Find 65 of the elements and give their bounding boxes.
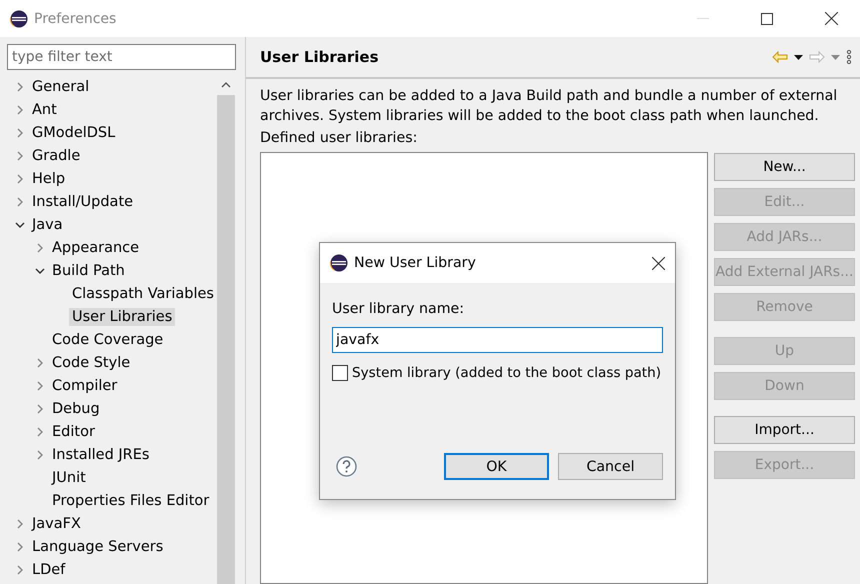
eclipse-logo-icon [330, 254, 348, 272]
menu-icon[interactable] [846, 50, 852, 64]
tree-item[interactable]: Editor [49, 422, 98, 440]
description-text: User libraries can be added to a Java Build path and bundle a number of external archives. System libraries will be added to the boot class path when launched. [260, 87, 838, 126]
chevron-right-icon[interactable] [35, 358, 45, 368]
tree-item[interactable]: LDef [29, 560, 68, 578]
tree-item[interactable]: Ant [29, 100, 60, 118]
dropdown-icon[interactable] [794, 54, 803, 60]
chevron-right-icon[interactable] [35, 426, 45, 436]
maximize-icon[interactable] [761, 12, 773, 24]
tree-item[interactable]: Compiler [49, 376, 120, 394]
tree-item[interactable]: GModelDSL [29, 124, 118, 142]
chevron-right-icon[interactable] [15, 150, 25, 160]
scroll-up-icon[interactable] [220, 82, 231, 88]
chevron-right-icon[interactable] [15, 128, 25, 138]
chevron-right-icon[interactable] [35, 450, 45, 460]
chevron-down-icon[interactable] [15, 220, 25, 230]
chevron-right-icon[interactable] [15, 104, 25, 114]
tree-item[interactable]: Properties Files Editor [49, 492, 212, 510]
scrollbar[interactable] [216, 75, 235, 584]
tree-item[interactable]: JavaFX [29, 514, 84, 532]
tree-item[interactable]: Help [29, 170, 68, 188]
list-label: Defined user libraries: [260, 130, 418, 146]
filter-field[interactable]: type filter text [7, 44, 236, 70]
chevron-right-icon[interactable] [35, 380, 45, 390]
checkbox-label: System library (added to the boot class path) [352, 365, 662, 381]
back-arrow-icon[interactable] [772, 51, 788, 63]
help-icon[interactable] [336, 456, 357, 477]
chevron-right-icon[interactable] [35, 404, 45, 414]
library-name-field[interactable]: javafx [332, 327, 663, 353]
chevron-down-icon[interactable] [35, 266, 45, 276]
tree-item[interactable]: Build Path [49, 262, 128, 280]
tree-item[interactable]: Language Servers [29, 538, 166, 556]
dialog-title: New User Library [354, 255, 477, 271]
close-icon[interactable] [824, 12, 838, 25]
chevron-right-icon[interactable] [15, 564, 25, 574]
close-icon[interactable] [652, 256, 665, 270]
chevron-right-icon[interactable] [35, 242, 45, 252]
side-button[interactable]: New... [714, 153, 855, 181]
tree-item[interactable]: JUnit [49, 468, 89, 486]
dialog-button[interactable]: OK [444, 453, 549, 480]
tree-item[interactable]: Classpath Variables [69, 284, 217, 302]
chevron-right-icon[interactable] [15, 542, 25, 552]
tree-item[interactable]: Debug [49, 400, 103, 418]
checkbox[interactable] [332, 365, 348, 381]
dialog-button[interactable]: Cancel [558, 453, 663, 480]
tree-item[interactable]: User Libraries [69, 308, 176, 326]
tree-item[interactable]: Installed JREs [49, 446, 152, 464]
side-button[interactable]: Import... [714, 416, 855, 444]
eclipse-logo-icon [10, 10, 28, 28]
forward-arrow-icon[interactable] [809, 51, 825, 63]
chevron-right-icon[interactable] [15, 174, 25, 184]
tree-item[interactable]: Gradle [29, 146, 84, 164]
page-title: User Libraries [260, 48, 380, 66]
tree-item[interactable]: Java [29, 216, 66, 234]
chevron-right-icon[interactable] [15, 196, 25, 206]
tree-item[interactable]: Install/Update [29, 192, 136, 210]
chevron-right-icon[interactable] [15, 82, 25, 92]
tree-item[interactable]: General [29, 78, 92, 96]
chevron-right-icon[interactable] [15, 518, 25, 528]
tree-item[interactable]: Code Style [49, 354, 134, 372]
window-title: Preferences [34, 10, 118, 26]
tree-item[interactable]: Code Coverage [49, 330, 166, 348]
field-label: User library name: [332, 301, 466, 317]
tree-item[interactable]: Appearance [49, 238, 142, 256]
